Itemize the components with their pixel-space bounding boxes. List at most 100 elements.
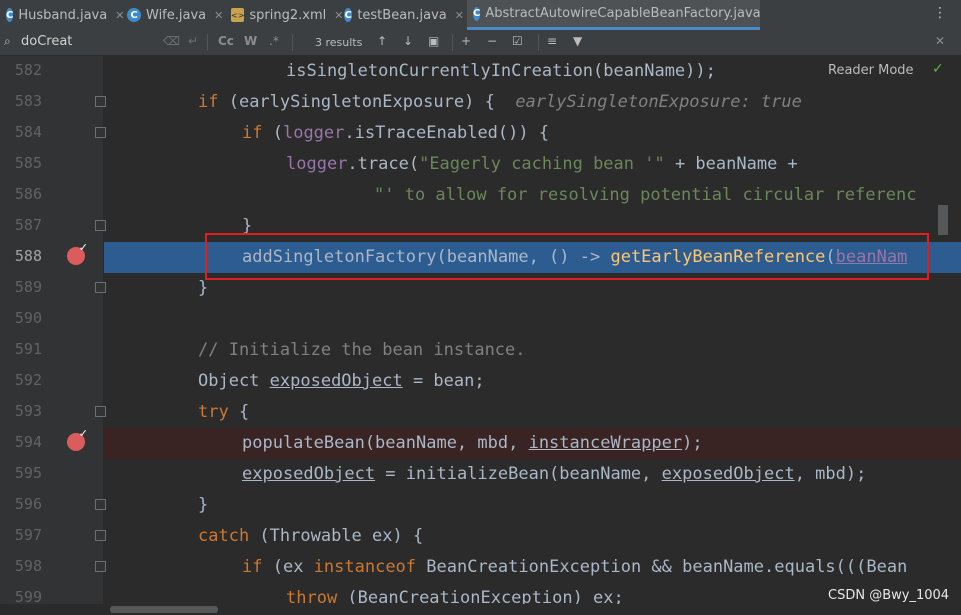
inline-debug-value: earlySingletonExposure: true bbox=[515, 92, 802, 112]
tab-label: AbstractAutowireCapableBeanFactory.java bbox=[485, 6, 761, 21]
divider bbox=[207, 34, 208, 51]
code-token: exposedObject bbox=[242, 464, 376, 484]
line-number: 587 bbox=[14, 216, 42, 234]
keyword: if bbox=[242, 123, 263, 143]
code-editor[interactable]: isSingletonCurrentlyInCreation(beanName)… bbox=[104, 56, 961, 615]
code-line: if (ex instanceof BeanCreationException … bbox=[104, 552, 961, 583]
match-case-toggle[interactable]: Cc bbox=[218, 34, 234, 48]
string-literal: "' to allow for resolving potential circ… bbox=[374, 185, 917, 205]
tab-label: testBean.java bbox=[357, 7, 447, 23]
java-class-icon: C bbox=[473, 6, 481, 21]
find-bar: ⌕ doCreat ⌫ ↵ Cc W .* 3 results ↑ ↓ ▣ + … bbox=[0, 30, 961, 56]
select-all-icon[interactable]: ☑ bbox=[512, 34, 523, 48]
code-token: isSingletonCurrentlyInCreation bbox=[286, 61, 594, 81]
field-token: logger bbox=[286, 154, 348, 174]
divider bbox=[452, 34, 453, 51]
keyword: try bbox=[198, 402, 229, 422]
select-all-occurrences-icon[interactable]: ▣ bbox=[428, 34, 439, 48]
code-token: exposedObject bbox=[661, 464, 795, 484]
code-line: catch (Throwable ex) { bbox=[104, 521, 961, 552]
tab-spring2-xml[interactable]: <> spring2.xml ✕ bbox=[225, 0, 343, 30]
keyword: if bbox=[198, 92, 219, 112]
code-line: exposedObject = initializeBean(beanName,… bbox=[104, 459, 961, 490]
code-line: // Initialize the bean instance. bbox=[104, 335, 961, 366]
line-number: 595 bbox=[14, 464, 42, 482]
reader-mode-button[interactable]: Reader Mode bbox=[828, 63, 914, 78]
close-icon[interactable]: ✕ bbox=[455, 9, 464, 22]
tab-wife-java[interactable]: C Wife.java ✕ bbox=[121, 0, 225, 30]
inspection-ok-icon[interactable]: ✓ bbox=[932, 61, 944, 77]
code-token: BeanCreationException && beanName.equals… bbox=[416, 557, 908, 577]
line-number: 594 bbox=[14, 433, 42, 451]
code-token: } bbox=[198, 495, 209, 515]
code-token: + beanName + bbox=[664, 154, 798, 174]
tab-menu-icon[interactable]: ⋮ bbox=[933, 5, 947, 21]
code-token: (ex bbox=[262, 557, 314, 577]
close-icon[interactable]: ✕ bbox=[935, 34, 945, 48]
search-icon[interactable]: ⌕ bbox=[4, 34, 11, 49]
code-token: ( bbox=[262, 123, 283, 143]
code-token: ); bbox=[682, 433, 703, 453]
line-number: 582 bbox=[14, 61, 42, 79]
code-token: populateBean(beanName, mbd, bbox=[242, 433, 529, 453]
history-icon[interactable]: ⌫ bbox=[163, 34, 180, 48]
previous-occurrence-icon[interactable]: ↑ bbox=[377, 34, 387, 48]
tab-abstractautowirecapablebeanfactory-java[interactable]: C AbstractAutowireCapableBeanFactory.jav… bbox=[467, 0, 761, 30]
close-icon[interactable]: ✕ bbox=[214, 9, 223, 22]
code-token: = bean; bbox=[402, 371, 485, 391]
line-number: 583 bbox=[14, 92, 42, 110]
line-number: 598 bbox=[14, 557, 42, 575]
annotation-highlight-box bbox=[205, 233, 929, 280]
code-token: , mbd); bbox=[794, 464, 867, 484]
code-token: (earlySingletonExposure) { bbox=[218, 92, 495, 112]
line-number: 585 bbox=[14, 154, 42, 172]
breakpoint-icon[interactable] bbox=[67, 241, 88, 265]
tab-label: Husband.java bbox=[18, 7, 108, 23]
remove-occurrence-icon[interactable]: − bbox=[487, 34, 497, 48]
editor-gutter[interactable]: 582 583 584 585 586 587 588 589 590 591 … bbox=[0, 56, 106, 615]
code-line: if (earlySingletonExposure) { earlySingl… bbox=[104, 87, 961, 118]
xml-file-icon: <> bbox=[231, 8, 245, 22]
code-token: .isTraceEnabled()) { bbox=[344, 123, 550, 143]
add-occurrence-icon[interactable]: + bbox=[461, 34, 471, 48]
code-line: if (logger.isTraceEnabled()) { bbox=[104, 118, 961, 149]
next-occurrence-icon[interactable]: ↓ bbox=[403, 34, 413, 48]
whole-words-toggle[interactable]: W bbox=[244, 34, 257, 48]
comment: // Initialize the bean instance. bbox=[198, 340, 526, 360]
line-number: 584 bbox=[14, 123, 42, 141]
tab-testbean-java[interactable]: C testBean.java ✕ bbox=[338, 0, 464, 30]
keyword: instanceof bbox=[313, 557, 417, 577]
horizontal-scrollbar[interactable] bbox=[0, 604, 961, 615]
tab-label: spring2.xml bbox=[249, 7, 327, 23]
breakpoint-line: populateBean(beanName, mbd, instanceWrap… bbox=[104, 428, 961, 459]
newline-icon[interactable]: ↵ bbox=[188, 34, 198, 48]
search-results-count: 3 results bbox=[315, 36, 363, 49]
code-token: (beanName)); bbox=[593, 61, 716, 81]
line-number: 597 bbox=[14, 526, 42, 544]
vertical-scrollbar[interactable] bbox=[938, 205, 948, 235]
line-number: 588 bbox=[14, 247, 42, 265]
line-number: 596 bbox=[14, 495, 42, 513]
line-number: 593 bbox=[14, 402, 42, 420]
code-line: logger.trace("Eagerly caching bean '" + … bbox=[104, 149, 961, 180]
code-line: "' to allow for resolving potential circ… bbox=[104, 180, 961, 211]
line-number: 590 bbox=[14, 309, 42, 327]
tab-husband-java[interactable]: C Husband.java ✕ bbox=[0, 0, 124, 30]
search-input[interactable]: doCreat bbox=[21, 34, 72, 49]
regex-toggle[interactable]: .* bbox=[269, 34, 279, 48]
string-literal: "Eagerly caching bean '" bbox=[419, 154, 665, 174]
breakpoint-icon[interactable] bbox=[67, 427, 88, 451]
java-class-icon: C bbox=[6, 8, 14, 22]
code-token: exposedObject bbox=[269, 371, 403, 391]
filter-icon[interactable]: ▼ bbox=[573, 34, 582, 48]
line-number: 592 bbox=[14, 371, 42, 389]
line-number: 589 bbox=[14, 278, 42, 296]
keyword: catch bbox=[198, 526, 250, 546]
editor-tab-bar: C Husband.java ✕ C Wife.java ✕ <> spring… bbox=[0, 0, 961, 31]
watermark: CSDN @Bwy_1004 bbox=[828, 588, 950, 603]
in-selection-icon[interactable]: ≡ bbox=[547, 34, 557, 48]
code-line: } bbox=[104, 490, 961, 521]
keyword: if bbox=[242, 557, 263, 577]
scrollbar-thumb[interactable] bbox=[110, 606, 218, 613]
java-class-icon: C bbox=[127, 8, 141, 22]
